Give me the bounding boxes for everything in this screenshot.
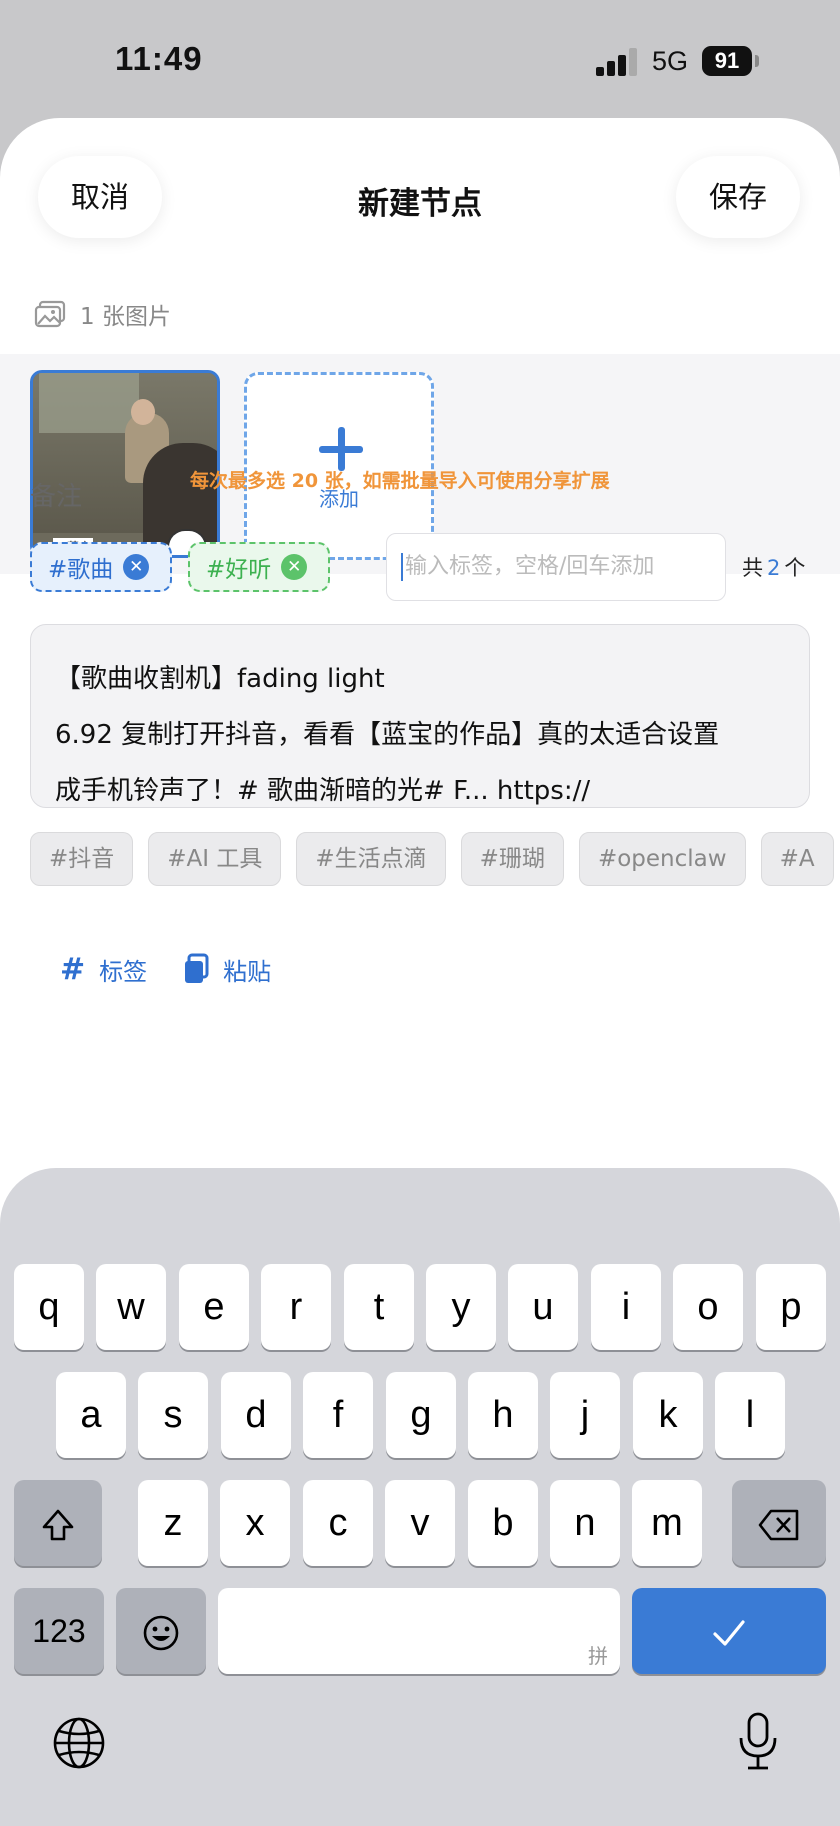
suggested-tag[interactable]: #A	[760, 832, 834, 886]
confirm-key[interactable]	[632, 1588, 826, 1674]
tag-count-suffix: 个	[784, 556, 806, 580]
remove-tag-icon[interactable]: ✕	[281, 554, 308, 580]
note-line: 成手机铃声了！# 歌曲渐暗的光# F... https://	[55, 776, 591, 806]
battery-icon: 91	[702, 46, 752, 76]
microphone-icon[interactable]	[736, 1712, 780, 1772]
text-caret	[401, 553, 403, 581]
note-line: 【歌曲收割机】fading light	[55, 664, 385, 694]
status-time: 11:49	[115, 40, 203, 77]
note-textarea[interactable]: 【歌曲收割机】fading light 6.92 复制打开抖音，看看【蓝宝的作品…	[30, 624, 810, 808]
key-p[interactable]: p	[756, 1264, 826, 1350]
status-bar: 11:49 5G 91	[0, 0, 840, 118]
emoji-icon	[143, 1615, 179, 1651]
tag-input-placeholder: 输入标签，空格/回车添加	[405, 554, 655, 579]
tag-chip[interactable]: #好听 ✕	[188, 542, 330, 592]
suggested-tag[interactable]: #openclaw	[578, 832, 746, 886]
key-a[interactable]: a	[56, 1372, 126, 1458]
key-t[interactable]: t	[344, 1264, 414, 1350]
tag-tool-button[interactable]: 标签	[99, 952, 147, 987]
paste-tool-button[interactable]: 粘贴	[223, 952, 271, 987]
key-g[interactable]: g	[386, 1372, 456, 1458]
key-l[interactable]: l	[715, 1372, 785, 1458]
key-b[interactable]: b	[468, 1480, 538, 1566]
key-j[interactable]: j	[550, 1372, 620, 1458]
numbers-key[interactable]: 123	[14, 1588, 104, 1674]
tag-count-value: 2	[767, 556, 781, 580]
key-h[interactable]: h	[468, 1372, 538, 1458]
tag-chip[interactable]: #歌曲 ✕	[30, 542, 172, 592]
keyboard: qwertyuiop asdfghjkl zxcvbnm 123 拼	[0, 1168, 840, 1826]
tag-input[interactable]: 输入标签，空格/回车添加	[386, 533, 726, 601]
suggested-tag[interactable]: #生活点滴	[296, 832, 446, 886]
space-key[interactable]: 拼	[218, 1588, 620, 1674]
suggested-tag[interactable]: #抖音	[30, 832, 134, 886]
tag-chip-label: #歌曲	[48, 557, 114, 583]
key-s[interactable]: s	[138, 1372, 208, 1458]
toolbar: # 标签 粘贴	[60, 944, 271, 994]
tag-chip-label: #好听	[206, 557, 272, 583]
save-button[interactable]: 保存	[676, 156, 800, 238]
backspace-icon	[758, 1509, 799, 1541]
key-f[interactable]: f	[303, 1372, 373, 1458]
note-label: 备注	[30, 482, 83, 512]
key-x[interactable]: x	[220, 1480, 290, 1566]
key-q[interactable]: q	[14, 1264, 84, 1350]
key-c[interactable]: c	[303, 1480, 373, 1566]
key-w[interactable]: w	[96, 1264, 166, 1350]
image-count: 1 张图片	[34, 294, 171, 334]
globe-icon[interactable]	[52, 1716, 106, 1770]
suggested-tag[interactable]: #AI 工具	[148, 832, 282, 886]
key-d[interactable]: d	[221, 1372, 291, 1458]
key-z[interactable]: z	[138, 1480, 208, 1566]
shift-icon	[42, 1509, 74, 1541]
remove-tag-icon[interactable]: ✕	[123, 554, 150, 580]
suggested-tag[interactable]: #珊瑚	[460, 832, 564, 886]
emoji-key[interactable]	[116, 1588, 206, 1674]
tag-count: 共2个	[742, 552, 805, 582]
note-line: 6.92 复制打开抖音，看看【蓝宝的作品】真的太适合设置	[55, 720, 720, 750]
key-m[interactable]: m	[632, 1480, 702, 1566]
image-thumbnail[interactable]: @蓝宝	[30, 370, 220, 558]
key-u[interactable]: u	[508, 1264, 578, 1350]
suggested-tags: #抖音 #AI 工具 #生活点滴 #珊瑚 #openclaw #A	[30, 832, 840, 888]
key-e[interactable]: e	[179, 1264, 249, 1350]
key-o[interactable]: o	[673, 1264, 743, 1350]
shift-key[interactable]	[14, 1480, 102, 1566]
paste-icon[interactable]	[183, 953, 209, 985]
photos-icon	[34, 300, 66, 328]
image-count-label: 1 张图片	[80, 304, 171, 330]
key-y[interactable]: y	[426, 1264, 496, 1350]
key-k[interactable]: k	[633, 1372, 703, 1458]
key-i[interactable]: i	[591, 1264, 661, 1350]
signal-icon	[596, 48, 640, 76]
key-r[interactable]: r	[261, 1264, 331, 1350]
hash-icon[interactable]: #	[60, 952, 85, 987]
key-v[interactable]: v	[385, 1480, 455, 1566]
plus-icon	[319, 427, 363, 471]
key-n[interactable]: n	[550, 1480, 620, 1566]
upload-hint: 每次最多选 20 张，如需批量导入可使用分享扩展	[190, 470, 610, 492]
tag-count-prefix: 共	[742, 556, 763, 580]
checkmark-icon	[713, 1620, 745, 1646]
network-label: 5G	[652, 46, 689, 76]
input-method-hint: 拼	[588, 1646, 608, 1668]
backspace-key[interactable]	[732, 1480, 826, 1566]
battery-tip	[755, 55, 759, 67]
